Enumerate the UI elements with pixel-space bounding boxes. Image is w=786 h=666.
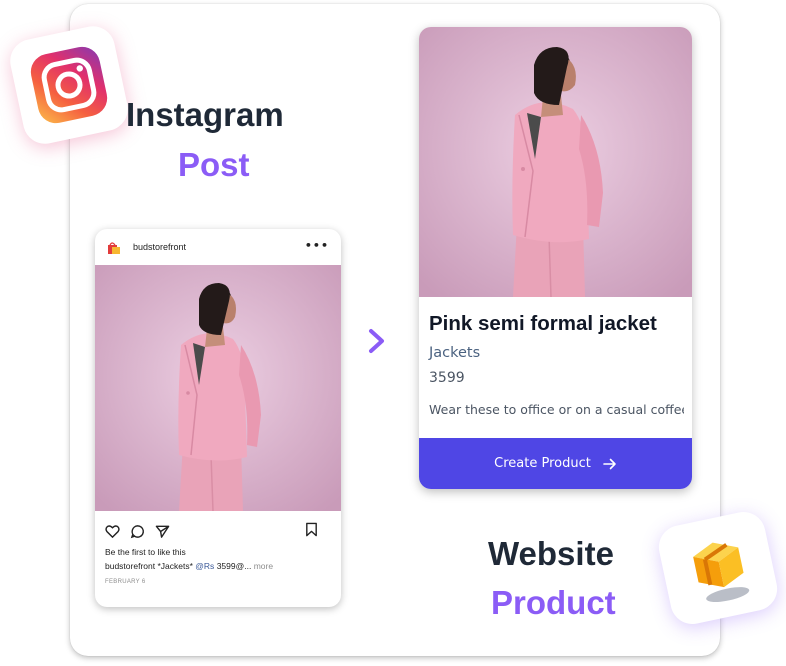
product-image (419, 27, 692, 297)
more-options-icon[interactable]: ••• (305, 239, 329, 252)
product-description: Wear these to office or on a casual coff… (429, 402, 684, 417)
instagram-badge (6, 22, 132, 148)
post-actions (95, 511, 341, 541)
bookmark-icon[interactable] (304, 522, 319, 537)
website-heading: Website (488, 535, 614, 572)
product-box-badge (654, 507, 782, 629)
store-avatar-icon (107, 240, 121, 254)
share-icon[interactable] (155, 524, 170, 539)
post-heading: Post (178, 146, 250, 183)
instagram-heading: Instagram (126, 96, 284, 133)
caption-text: *Jackets* (157, 561, 193, 571)
product-price: 3599 (429, 370, 465, 386)
comment-icon[interactable] (130, 524, 145, 539)
product-heading: Product (491, 584, 616, 621)
caption-more-link[interactable]: more (254, 561, 273, 571)
caption-rest: 3599@... (216, 561, 252, 571)
create-product-button[interactable]: Create Product (419, 438, 692, 489)
post-date: FEBRUARY 6 (105, 579, 146, 585)
likes-text: Be the first to like this (105, 547, 186, 557)
caption-username[interactable]: budstorefront (105, 561, 155, 571)
product-box-icon (693, 542, 750, 602)
caption-mention[interactable]: @Rs (195, 561, 214, 571)
product-category: Jackets (429, 345, 481, 361)
post-header: budstorefront ••• (95, 229, 341, 265)
instagram-post: budstorefront ••• Be the first to like t… (95, 229, 341, 607)
chevron-right-icon (369, 329, 384, 353)
arrow-right-icon (603, 458, 616, 469)
create-product-label: Create Product (494, 456, 591, 471)
product-title: Pink semi formal jacket (429, 312, 657, 335)
post-caption: budstorefront *Jackets* @Rs 3599@... mor… (95, 557, 341, 571)
heart-icon[interactable] (105, 524, 120, 539)
instagram-logo-icon (30, 46, 108, 124)
post-image (95, 265, 341, 511)
post-username[interactable]: budstorefront (133, 242, 186, 252)
product-card: Pink semi formal jacket Jackets 3599 Wea… (419, 27, 692, 489)
